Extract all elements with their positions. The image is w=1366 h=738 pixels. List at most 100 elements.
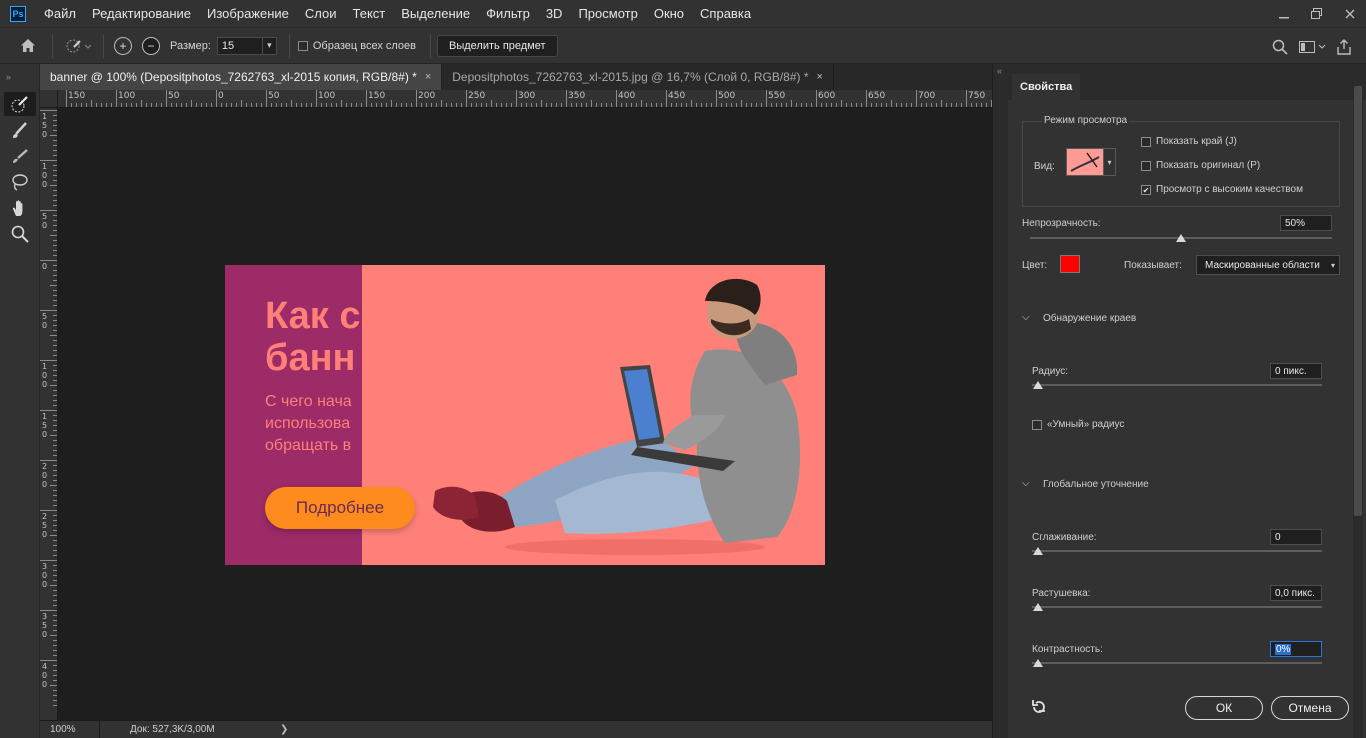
smart-radius-checkbox[interactable]: [1032, 420, 1042, 430]
ruler-tick: [40, 560, 57, 561]
show-original-checkbox[interactable]: [1141, 161, 1151, 171]
ruler-minor-tick: [651, 103, 652, 107]
cancel-button[interactable]: Отмена: [1271, 696, 1349, 720]
ruler-minor-tick: [911, 103, 912, 107]
quick-selection-tool[interactable]: [4, 92, 36, 116]
hand-tool[interactable]: [4, 196, 36, 220]
ruler-minor-tick: [361, 103, 362, 107]
show-edge-checkbox[interactable]: [1141, 137, 1151, 147]
ruler-minor-tick: [941, 100, 942, 107]
tab-depositphotos[interactable]: Depositphotos_7262763_xl-2015.jpg @ 16,7…: [442, 64, 834, 90]
menu-file[interactable]: Файл: [36, 0, 84, 27]
high-quality-checkbox[interactable]: ✔: [1141, 185, 1151, 195]
close-icon[interactable]: ×: [425, 71, 431, 83]
ruler-tick-label: 100: [118, 91, 136, 101]
feather-slider-knob[interactable]: [1033, 603, 1043, 611]
toolbar-collapse-handle[interactable]: »: [0, 64, 39, 90]
ok-button[interactable]: ОК: [1185, 696, 1263, 720]
radius-slider-knob[interactable]: [1033, 381, 1043, 389]
zoom-level[interactable]: 100%: [40, 720, 100, 738]
ruler-minor-tick: [53, 315, 57, 316]
menu-window[interactable]: Окно: [646, 0, 692, 27]
workspace-button[interactable]: [1298, 37, 1330, 57]
menu-image[interactable]: Изображение: [199, 0, 297, 27]
view-mode-thumbnail[interactable]: [1066, 148, 1104, 176]
menu-bar: Ps Файл Редактирование Изображение Слои …: [0, 0, 1366, 27]
menu-layers[interactable]: Слои: [297, 0, 345, 27]
radius-input[interactable]: 0 пикс.: [1270, 363, 1322, 379]
ruler-minor-tick: [576, 103, 577, 107]
feather-slider[interactable]: [1032, 606, 1322, 608]
minimize-button[interactable]: [1267, 0, 1300, 27]
canvas-area[interactable]: 150 100 50 0 50 100 150 200 250 300 350 400 450 500 55…: [40, 90, 992, 720]
brush-tool[interactable]: [4, 144, 36, 168]
tab-banner[interactable]: banner @ 100% (Depositphotos_7262763_xl-…: [40, 64, 443, 90]
contrast-input[interactable]: 0%: [1270, 641, 1322, 657]
ruler-minor-tick: [53, 150, 57, 151]
properties-panel: Свойства Режим просмотра Вид: ▾ Показать…: [1008, 64, 1366, 738]
ruler-origin[interactable]: [40, 90, 58, 108]
chevron-right-icon[interactable]: ❯: [280, 724, 288, 735]
horizontal-ruler[interactable]: 150 100 50 0 50 100 150 200 250 300 350 400 450 500 55…: [58, 90, 992, 108]
close-icon[interactable]: ×: [817, 71, 823, 83]
opacity-slider-knob[interactable]: [1176, 234, 1186, 242]
ruler-minor-tick: [511, 103, 512, 107]
search-button[interactable]: [1270, 37, 1290, 57]
menu-select[interactable]: Выделение: [393, 0, 478, 27]
smooth-slider-knob[interactable]: [1033, 547, 1043, 555]
menu-filter[interactable]: Фильтр: [478, 0, 538, 27]
lasso-tool[interactable]: [4, 170, 36, 194]
sample-all-layers-checkbox[interactable]: [297, 40, 308, 51]
banner-title: Как с банн: [265, 295, 362, 379]
menu-edit[interactable]: Редактирование: [84, 0, 199, 27]
ruler-minor-tick: [53, 165, 57, 166]
ruler-minor-tick: [736, 103, 737, 107]
shows-dropdown[interactable]: Маскированные области ▾: [1196, 255, 1340, 275]
smooth-slider[interactable]: [1032, 550, 1322, 552]
opacity-input[interactable]: 50%: [1280, 215, 1332, 231]
ruler-tick-label: 0: [42, 262, 48, 271]
ruler-minor-tick: [53, 505, 57, 506]
ruler-minor-tick: [53, 705, 57, 706]
home-button[interactable]: [18, 36, 38, 56]
radius-slider[interactable]: [1032, 384, 1322, 386]
select-subject-button[interactable]: Выделить предмет: [437, 34, 558, 57]
size-dropdown[interactable]: ▾: [262, 36, 277, 55]
ruler-tick: [40, 160, 57, 161]
view-mode-dropdown[interactable]: ▾: [1104, 148, 1116, 176]
menu-help[interactable]: Справка: [692, 0, 759, 27]
vertical-ruler[interactable]: 150 100 50 0 50 100 150 200 250 300 350 400: [40, 108, 58, 720]
feather-input[interactable]: 0,0 пикс.: [1270, 585, 1322, 601]
color-swatch[interactable]: [1060, 255, 1080, 273]
share-button[interactable]: [1334, 37, 1354, 57]
refine-edge-brush-tool[interactable]: [4, 118, 36, 142]
contrast-slider[interactable]: [1032, 662, 1322, 664]
ruler-tick-label: 700: [918, 91, 936, 101]
menu-type[interactable]: Текст: [345, 0, 394, 27]
ruler-minor-tick: [291, 100, 292, 107]
banner-title-line: Как с: [265, 295, 361, 337]
close-window-button[interactable]: [1333, 0, 1366, 27]
ruler-minor-tick: [53, 490, 57, 491]
size-input[interactable]: 15: [216, 36, 263, 55]
menu-view[interactable]: Просмотр: [570, 0, 645, 27]
menu-3d[interactable]: 3D: [538, 0, 571, 27]
add-to-selection-button[interactable]: +: [114, 36, 132, 55]
ruler-minor-tick: [53, 370, 57, 371]
brush-preset-picker[interactable]: [61, 36, 95, 56]
zoom-tool[interactable]: [4, 222, 36, 246]
panel-dock-divider[interactable]: «: [992, 64, 1008, 738]
ruler-minor-tick: [53, 265, 57, 266]
panel-scrollbar[interactable]: [1353, 64, 1363, 738]
edge-detection-chevron-icon[interactable]: ⌵: [1022, 312, 1030, 323]
reset-button[interactable]: [1030, 698, 1048, 719]
global-refine-chevron-icon[interactable]: ⌵: [1022, 478, 1030, 489]
subtract-from-selection-button[interactable]: −: [142, 36, 160, 55]
smooth-input[interactable]: 0: [1270, 529, 1322, 545]
tab-properties[interactable]: Свойства: [1012, 74, 1081, 100]
contrast-slider-knob[interactable]: [1033, 659, 1043, 667]
restore-button[interactable]: [1300, 0, 1333, 27]
scrollbar-thumb[interactable]: [1354, 86, 1362, 516]
status-bar: 100% Док: 527,3K/3,00M ❯: [40, 720, 992, 738]
ruler-minor-tick: [851, 103, 852, 107]
